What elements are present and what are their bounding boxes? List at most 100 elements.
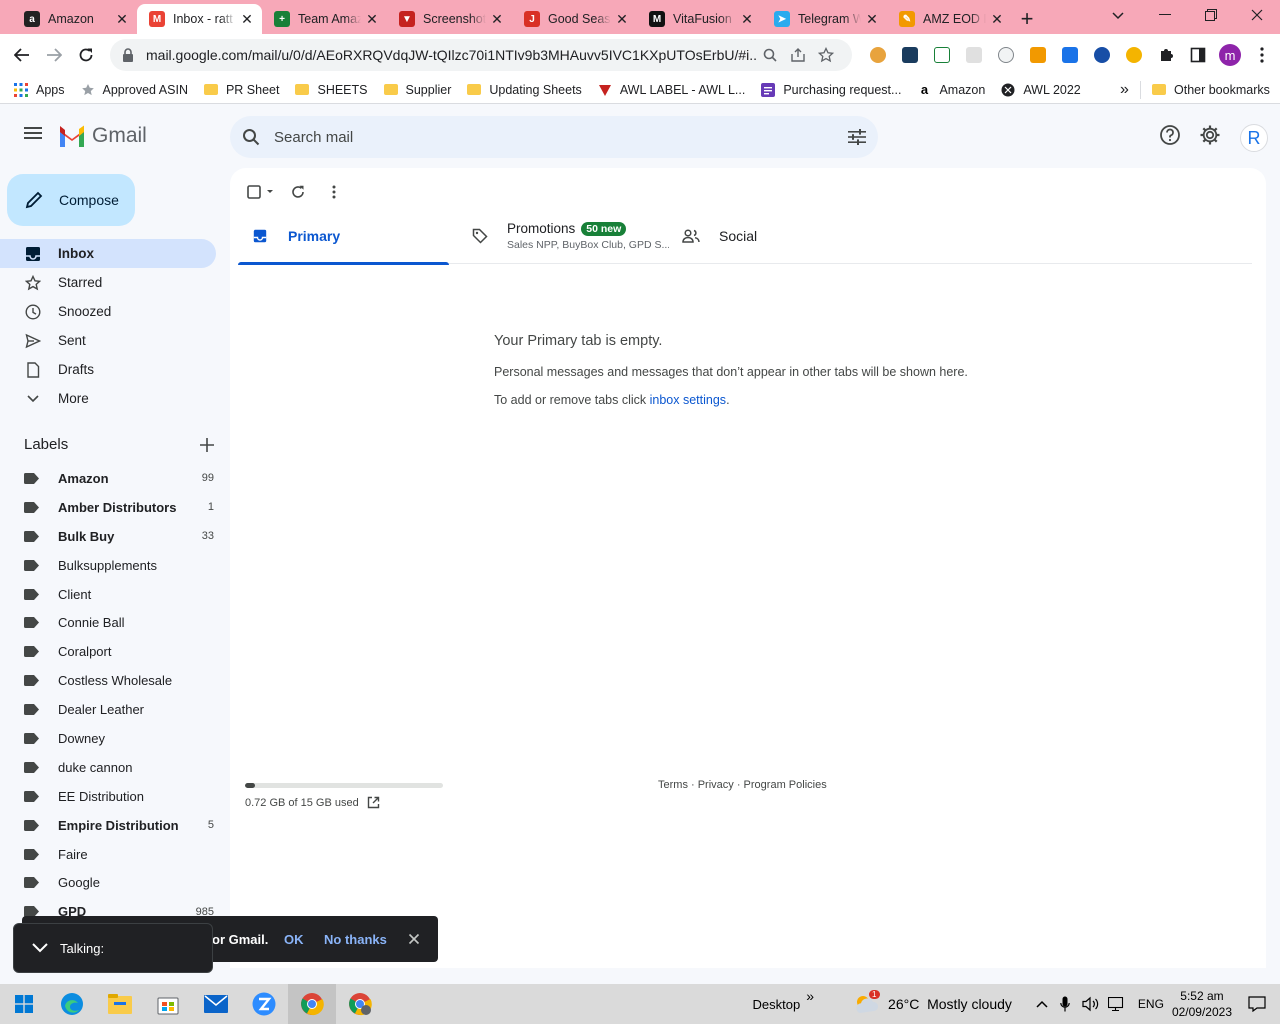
bookmark-item[interactable]: Apps	[6, 78, 73, 102]
file-explorer-taskbar-icon[interactable]	[96, 984, 144, 1024]
nav-item-inbox[interactable]: Inbox	[0, 239, 216, 268]
extension-icon[interactable]	[1086, 39, 1118, 71]
nav-item-drafts[interactable]: Drafts	[0, 355, 216, 384]
clock[interactable]: 5:52 am 02/09/2023	[1172, 988, 1232, 1020]
desktop-toolbar-label[interactable]: Desktop	[753, 997, 801, 1012]
browser-tab[interactable]: ➤ Telegram W ✕	[762, 4, 887, 34]
label-item[interactable]: Dealer Leather	[0, 695, 216, 724]
nav-item-sent[interactable]: Sent	[0, 326, 216, 355]
label-item[interactable]: Coralport	[0, 637, 216, 666]
extension-js-icon[interactable]	[1022, 39, 1054, 71]
label-item[interactable]: Bulk Buy 33	[0, 522, 216, 551]
profile-avatar[interactable]: m	[1214, 39, 1246, 71]
extension-icon[interactable]	[990, 39, 1022, 71]
settings-gear-icon[interactable]	[1197, 122, 1223, 148]
extension-icon[interactable]	[1118, 39, 1150, 71]
extension-icon[interactable]	[958, 39, 990, 71]
bookmark-item[interactable]: Approved ASIN	[73, 78, 196, 102]
notifications-icon[interactable]	[1248, 996, 1266, 1012]
select-all-checkbox[interactable]	[244, 176, 278, 208]
search-options-icon[interactable]	[848, 129, 866, 145]
bookmark-item[interactable]: Purchasing request...	[753, 78, 909, 102]
bookmark-item[interactable]: Supplier	[376, 78, 460, 102]
footer-links[interactable]: Terms · Privacy · Program Policies	[658, 779, 827, 791]
label-item[interactable]: Connie Ball	[0, 608, 216, 637]
tab-social[interactable]: Social	[669, 208, 869, 264]
speaker-icon[interactable]	[1082, 996, 1100, 1012]
new-tab-button[interactable]: +	[1012, 4, 1042, 34]
label-item[interactable]: Amber Distributors 1	[0, 493, 216, 522]
restore-button[interactable]	[1188, 0, 1234, 30]
open-in-new-icon[interactable]	[367, 796, 380, 809]
label-item[interactable]: duke cannon	[0, 753, 216, 782]
tab-close-icon[interactable]: ✕	[865, 12, 879, 26]
snackbar-no-thanks-button[interactable]: No thanks	[324, 932, 387, 947]
store-taskbar-icon[interactable]	[144, 984, 192, 1024]
search-input[interactable]: Search mail	[274, 129, 848, 146]
tab-close-icon[interactable]: ✕	[115, 12, 129, 26]
label-item[interactable]: Faire	[0, 840, 216, 869]
bookmark-star-icon[interactable]	[812, 41, 840, 69]
compose-button[interactable]: Compose	[7, 174, 135, 226]
tab-promotions[interactable]: Promotions 50 new Sales NPP, BuyBox Club…	[449, 208, 669, 264]
weather-icon[interactable]: 1	[854, 990, 880, 1015]
tab-close-icon[interactable]: ✕	[740, 12, 754, 26]
minimize-button[interactable]	[1142, 0, 1188, 30]
browser-tab[interactable]: a Amazon ✕	[12, 4, 137, 34]
browser-tab[interactable]: ✎ AMZ EOD F ✕	[887, 4, 1012, 34]
zoom-icon[interactable]	[756, 41, 784, 69]
extension-rs-icon[interactable]	[926, 39, 958, 71]
nav-item-more[interactable]: More	[0, 384, 216, 413]
refresh-button[interactable]	[282, 176, 314, 208]
other-bookmarks[interactable]: Other bookmarks	[1144, 78, 1278, 102]
help-icon[interactable]	[1157, 122, 1183, 148]
side-panel-icon[interactable]	[1182, 39, 1214, 71]
browser-tab[interactable]: J Good Seas ✕	[512, 4, 637, 34]
tab-close-icon[interactable]: ✕	[990, 12, 1004, 26]
reload-button[interactable]	[70, 39, 102, 71]
label-item[interactable]: EE Distribution	[0, 782, 216, 811]
nav-item-starred[interactable]: Starred	[0, 268, 216, 297]
more-actions-icon[interactable]	[318, 176, 350, 208]
close-window-button[interactable]	[1234, 0, 1280, 30]
bookmark-item[interactable]: PR Sheet	[196, 78, 288, 102]
close-icon[interactable]	[406, 931, 422, 947]
desktop-toolbar-chevron[interactable]: »	[806, 988, 814, 1004]
chrome-taskbar-icon[interactable]	[288, 984, 336, 1024]
talking-popup[interactable]: Talking:	[13, 923, 213, 973]
browser-tab[interactable]: M VitaFusion ✕	[637, 4, 762, 34]
bookmarks-overflow-button[interactable]: »	[1112, 78, 1137, 102]
extension-ok-icon[interactable]	[894, 39, 926, 71]
address-bar[interactable]: mail.google.com/mail/u/0/d/AEoRXRQVdqJW-…	[110, 39, 852, 71]
network-icon[interactable]	[1107, 997, 1126, 1011]
gmail-logo[interactable]: Gmail	[58, 124, 147, 148]
nav-item-snoozed[interactable]: Snoozed	[0, 297, 216, 326]
browser-tab[interactable]: + Team Amaz ✕	[262, 4, 387, 34]
tab-search-chevron-icon[interactable]	[1104, 4, 1132, 28]
share-icon[interactable]	[784, 41, 812, 69]
snackbar-ok-button[interactable]: OK	[284, 932, 304, 947]
tab-close-icon[interactable]: ✕	[490, 12, 504, 26]
bookmark-item[interactable]: a Amazon	[909, 78, 993, 102]
bookmark-item[interactable]: Updating Sheets	[459, 78, 589, 102]
chevron-up-icon[interactable]	[1036, 1000, 1048, 1008]
start-button[interactable]	[0, 984, 48, 1024]
label-item[interactable]: Google	[0, 868, 216, 897]
language-indicator[interactable]: ENG	[1138, 997, 1164, 1011]
main-menu-button[interactable]	[16, 116, 50, 150]
bookmark-item[interactable]: AWL LABEL - AWL L...	[590, 78, 754, 102]
label-item[interactable]: Client	[0, 580, 216, 609]
label-item[interactable]: Bulksupplements	[0, 551, 216, 580]
back-button[interactable]	[6, 39, 38, 71]
browser-tab[interactable]: M Inbox - ratt ✕	[137, 4, 262, 34]
zoom-taskbar-icon[interactable]	[240, 984, 288, 1024]
account-avatar[interactable]: R	[1240, 124, 1268, 152]
forward-button[interactable]	[38, 39, 70, 71]
puzzle-icon[interactable]	[1150, 39, 1182, 71]
mail-taskbar-icon[interactable]	[192, 984, 240, 1024]
tab-close-icon[interactable]: ✕	[365, 12, 379, 26]
search-icon[interactable]	[242, 128, 260, 146]
add-label-icon[interactable]	[200, 437, 214, 452]
bookmark-item[interactable]: SHEETS	[287, 78, 375, 102]
kebab-menu-icon[interactable]	[1246, 39, 1278, 71]
